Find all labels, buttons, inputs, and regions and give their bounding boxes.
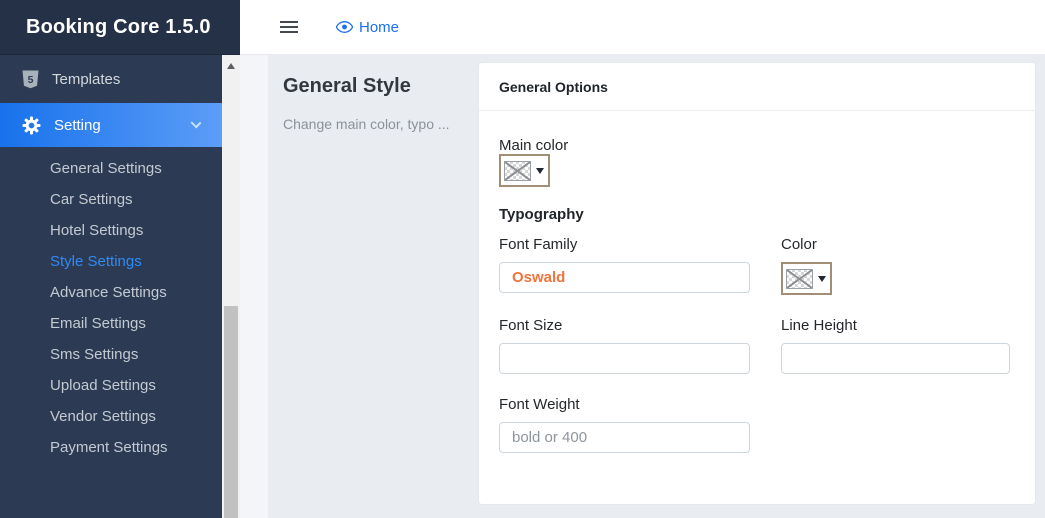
sidebar-item-upload-settings[interactable]: Upload Settings (0, 370, 222, 401)
main-area: General Style Change main color, typo ..… (240, 55, 1045, 518)
scrollbar-thumb[interactable] (224, 306, 238, 518)
font-weight-group: Font Weight (499, 396, 750, 453)
caret-down-icon (536, 168, 544, 174)
main-color-picker[interactable] (499, 154, 550, 187)
font-family-group: Font Family (499, 236, 750, 295)
sidebar-item-style-settings[interactable]: Style Settings (0, 246, 222, 277)
sidebar-item-vendor-settings[interactable]: Vendor Settings (0, 401, 222, 432)
home-link-label: Home (359, 19, 399, 36)
eye-icon (336, 21, 353, 33)
hamburger-icon (280, 21, 298, 33)
card-header: General Options (479, 63, 1035, 111)
sidebar-item-label: Templates (52, 71, 120, 88)
settings-content: General Style Change main color, typo ..… (268, 55, 1045, 518)
sidebar-item-advance-settings[interactable]: Advance Settings (0, 277, 222, 308)
main-color-label: Main color (499, 137, 1008, 154)
caret-down-icon (818, 276, 826, 282)
font-weight-input[interactable] (499, 422, 750, 453)
topbar: Home (240, 0, 1045, 55)
scroll-up-icon[interactable] (227, 63, 235, 69)
typography-form: Font Family Color (499, 236, 1008, 453)
font-size-input[interactable] (499, 343, 750, 374)
page-subtitle: Change main color, typo ... (283, 116, 450, 132)
sidebar-item-templates[interactable]: 5 Templates (0, 55, 222, 103)
page-title: General Style (283, 75, 411, 98)
card-title: General Options (499, 79, 608, 95)
typography-heading: Typography (499, 206, 1008, 223)
sidebar: 5 Templates Setting General Settings (0, 55, 222, 518)
sidebar-scrollbar[interactable] (222, 55, 240, 518)
line-height-label: Line Height (781, 317, 1010, 334)
app-title: Booking Core 1.5.0 (26, 16, 211, 39)
svg-text:5: 5 (28, 74, 34, 86)
font-size-label: Font Size (499, 317, 750, 334)
line-height-group: Line Height (781, 317, 1010, 374)
sidebar-item-payment-settings[interactable]: Payment Settings (0, 432, 222, 463)
sidebar-item-car-settings[interactable]: Car Settings (0, 184, 222, 215)
chevron-down-icon (191, 118, 202, 129)
html5-icon: 5 (22, 70, 39, 89)
sidebar-item-general-settings[interactable]: General Settings (0, 153, 222, 184)
font-size-group: Font Size (499, 317, 750, 374)
color-label: Color (781, 236, 1010, 253)
text-color-group: Color (781, 236, 1010, 295)
sidebar-item-hotel-settings[interactable]: Hotel Settings (0, 215, 222, 246)
sidebar-item-label: Setting (54, 117, 101, 134)
app-brand: Booking Core 1.5.0 (0, 0, 240, 55)
line-height-input[interactable] (781, 343, 1010, 374)
sidebar-item-setting[interactable]: Setting (0, 103, 222, 147)
gear-icon (22, 116, 41, 135)
general-options-card: General Options Main color (478, 62, 1036, 505)
home-link[interactable]: Home (336, 19, 399, 36)
menu-toggle-button[interactable] (278, 17, 300, 37)
broken-image-icon (786, 269, 813, 289)
font-weight-label: Font Weight (499, 396, 750, 413)
broken-image-icon (504, 161, 531, 181)
card-body: Main color (479, 111, 1035, 453)
font-family-input[interactable] (499, 262, 750, 293)
sidebar-item-sms-settings[interactable]: Sms Settings (0, 339, 222, 370)
text-color-picker[interactable] (781, 262, 832, 295)
setting-submenu: General Settings Car Settings Hotel Sett… (0, 147, 222, 463)
font-family-label: Font Family (499, 236, 750, 253)
sidebar-item-email-settings[interactable]: Email Settings (0, 308, 222, 339)
